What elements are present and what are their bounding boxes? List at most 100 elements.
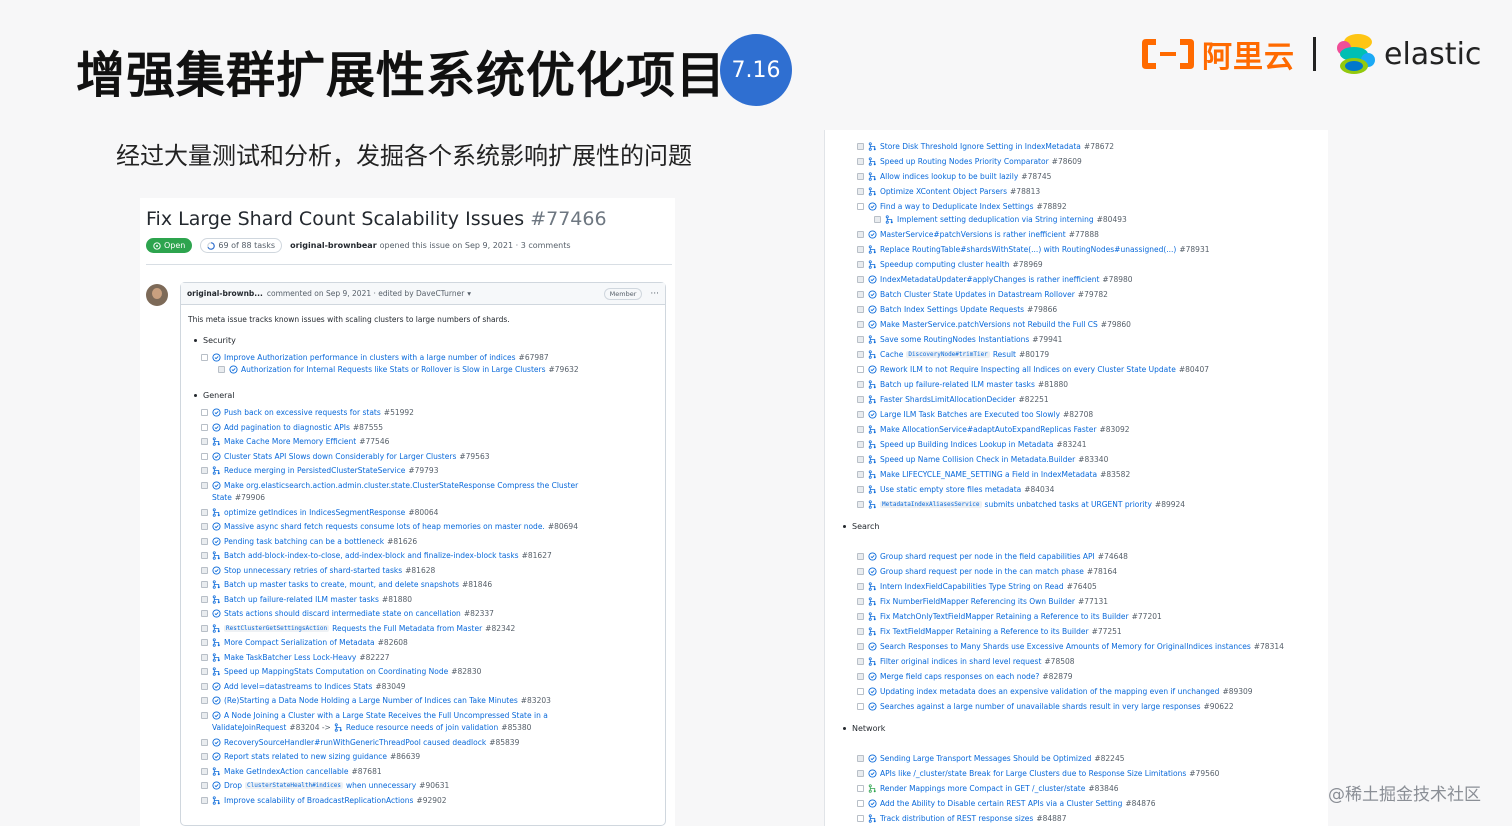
task-checkbox[interactable] xyxy=(857,755,864,762)
task-ref[interactable]: #82879 xyxy=(1042,672,1072,681)
task-ref[interactable]: #78813 xyxy=(1010,187,1040,196)
task-ref[interactable]: #79906 xyxy=(235,493,265,502)
task-ref[interactable]: #78980 xyxy=(1102,275,1132,284)
task-ref[interactable]: #79560 xyxy=(1189,769,1219,778)
task-link[interactable]: Large ILM Task Batches are Executed too … xyxy=(880,410,1060,419)
task-checkbox[interactable] xyxy=(857,583,864,590)
task-link[interactable]: Group shard request per node in the fiel… xyxy=(880,552,1095,561)
task-checkbox[interactable] xyxy=(857,336,864,343)
task-checkbox[interactable] xyxy=(201,738,208,746)
task-link[interactable]: Fix TextFieldMapper Retaining a Referenc… xyxy=(880,627,1089,636)
task-ref[interactable]: #78672 xyxy=(1084,142,1114,151)
task-checkbox[interactable] xyxy=(857,688,864,695)
task-checkbox[interactable] xyxy=(857,261,864,268)
task-link[interactable]: Use static empty store files metadata xyxy=(880,485,1021,494)
task-ref[interactable]: #82608 xyxy=(378,638,408,647)
task-ref[interactable]: #78931 xyxy=(1179,245,1209,254)
task-checkbox[interactable] xyxy=(857,411,864,418)
task-link[interactable]: Make GetIndexAction cancellable xyxy=(224,767,348,776)
task-checkbox[interactable] xyxy=(201,767,208,775)
task-checkbox[interactable] xyxy=(201,409,208,416)
task-ref[interactable]: #82245 xyxy=(1094,754,1124,763)
task-checkbox[interactable] xyxy=(857,321,864,328)
task-ref[interactable]: #82251 xyxy=(1019,395,1049,404)
task-link[interactable]: Searches against a large number of unava… xyxy=(880,702,1200,711)
task-ref[interactable]: #81627 xyxy=(522,551,552,560)
task-ref[interactable]: #87681 xyxy=(351,767,381,776)
task-checkbox[interactable] xyxy=(857,553,864,560)
task-checkbox[interactable] xyxy=(201,711,208,719)
issue-opener[interactable]: original-brownbear xyxy=(290,241,377,250)
task-link[interactable]: Make LIFECYCLE_NAME_SETTING a Field in I… xyxy=(880,470,1097,479)
task-ref[interactable]: #84034 xyxy=(1024,485,1054,494)
task-link[interactable]: Find a way to Deduplicate Index Settings xyxy=(880,202,1033,211)
task-code[interactable]: ClusterStateHealth#indices xyxy=(245,782,343,789)
task-ref[interactable]: #81880 xyxy=(382,595,412,604)
task-code[interactable]: DiscoveryNode#trimTier xyxy=(906,351,990,358)
task-ref[interactable]: #78164 xyxy=(1087,567,1117,576)
task-link[interactable]: Cache xyxy=(880,350,903,359)
task-link[interactable]: Faster ShardsLimitAllocationDecider xyxy=(880,395,1016,404)
task-link[interactable]: Batch up failure-related ILM master task… xyxy=(224,595,379,604)
task-ref[interactable]: #80407 xyxy=(1179,365,1209,374)
task-ref[interactable]: #80179 xyxy=(1019,350,1049,359)
task-link[interactable]: Push back on excessive requests for stat… xyxy=(224,408,381,417)
task-link[interactable]: A Node Joining a Cluster with a Large St… xyxy=(224,711,548,720)
task-link[interactable]: Allow indices lookup to be built lazily xyxy=(880,172,1018,181)
task-ref[interactable]: #83092 xyxy=(1099,425,1129,434)
task-ref[interactable]: #82342 xyxy=(485,624,515,633)
task-ref[interactable]: #78508 xyxy=(1044,657,1074,666)
task-code[interactable]: RestClusterGetSettingsAction xyxy=(224,624,330,632)
task-ref[interactable]: #78745 xyxy=(1021,172,1051,181)
task-ref[interactable]: #82227 xyxy=(359,653,389,662)
task-link[interactable]: Make Cache More Memory Efficient xyxy=(224,437,356,446)
task-checkbox[interactable] xyxy=(857,770,864,777)
task-link[interactable]: State xyxy=(212,493,232,502)
task-ref[interactable]: #82830 xyxy=(451,667,481,676)
task-link[interactable]: Improve scalability of BroadcastReplicat… xyxy=(224,796,413,805)
avatar[interactable] xyxy=(146,284,168,306)
task-ref[interactable]: #79866 xyxy=(1027,305,1057,314)
task-checkbox[interactable] xyxy=(857,785,864,792)
task-link[interactable]: APIs like /_cluster/state Break for Larg… xyxy=(880,769,1186,778)
task-link[interactable]: Batch up master tasks to create, mount, … xyxy=(224,580,459,589)
task-link[interactable]: (Re)Starting a Data Node Holding a Large… xyxy=(224,696,518,705)
task-ref[interactable]: #78969 xyxy=(1013,260,1043,269)
task-link[interactable]: Requests the Full Metadata from Master xyxy=(332,624,482,633)
task-link[interactable]: Add the Ability to Disable certain REST … xyxy=(880,799,1122,808)
task-link[interactable]: Stop unnecessary retries of shard-starte… xyxy=(224,566,402,575)
task-checkbox[interactable] xyxy=(201,653,208,661)
task-link[interactable]: MasterService#patchVersions is rather in… xyxy=(880,230,1066,239)
task-link[interactable]: Intern IndexFieldCapabilities Type Strin… xyxy=(880,582,1064,591)
task-link[interactable]: Save some RoutingNodes Instantiations xyxy=(880,335,1029,344)
task-link[interactable]: Render Mappings more Compact in GET /_cl… xyxy=(880,784,1085,793)
task-checkbox[interactable] xyxy=(201,796,208,804)
task-ref[interactable]: #76405 xyxy=(1067,582,1097,591)
task-link[interactable]: Fix MatchOnlyTextFieldMapper Retaining a… xyxy=(880,612,1129,621)
task-ref[interactable]: #79793 xyxy=(408,466,438,475)
task-ref[interactable]: #51992 xyxy=(384,408,414,417)
task-link[interactable]: Result xyxy=(993,350,1016,359)
task-link[interactable]: Massive async shard fetch requests consu… xyxy=(224,522,545,531)
task-checkbox[interactable] xyxy=(201,552,208,559)
task-link[interactable]: Track distribution of REST response size… xyxy=(880,814,1033,823)
task-checkbox[interactable] xyxy=(201,537,208,545)
task-checkbox[interactable] xyxy=(201,668,208,675)
task-ref[interactable]: #78892 xyxy=(1036,202,1066,211)
task-ref[interactable]: #74648 xyxy=(1098,552,1128,561)
task-link[interactable]: Add level=datastreams to Indices Stats xyxy=(224,682,372,691)
task-checkbox[interactable] xyxy=(857,366,864,373)
task-checkbox[interactable] xyxy=(857,306,864,313)
task-link[interactable]: Batch add-block-index-to-close, add-inde… xyxy=(224,551,519,560)
task-checkbox[interactable] xyxy=(874,215,881,223)
task-ref[interactable]: #79632 xyxy=(549,365,579,374)
task-link[interactable]: Stats actions should discard intermediat… xyxy=(224,609,461,618)
task-link[interactable]: RecoverySourceHandler#runWithGenericThre… xyxy=(224,738,486,747)
task-checkbox[interactable] xyxy=(857,800,864,807)
task-checkbox[interactable] xyxy=(857,628,864,635)
task-checkbox[interactable] xyxy=(857,173,864,180)
task-link[interactable]: Rework ILM to not Require Inspecting all… xyxy=(880,365,1176,374)
task-checkbox[interactable] xyxy=(857,143,864,150)
task-ref[interactable]: #90622 xyxy=(1203,702,1233,711)
task-checkbox[interactable] xyxy=(201,423,208,431)
